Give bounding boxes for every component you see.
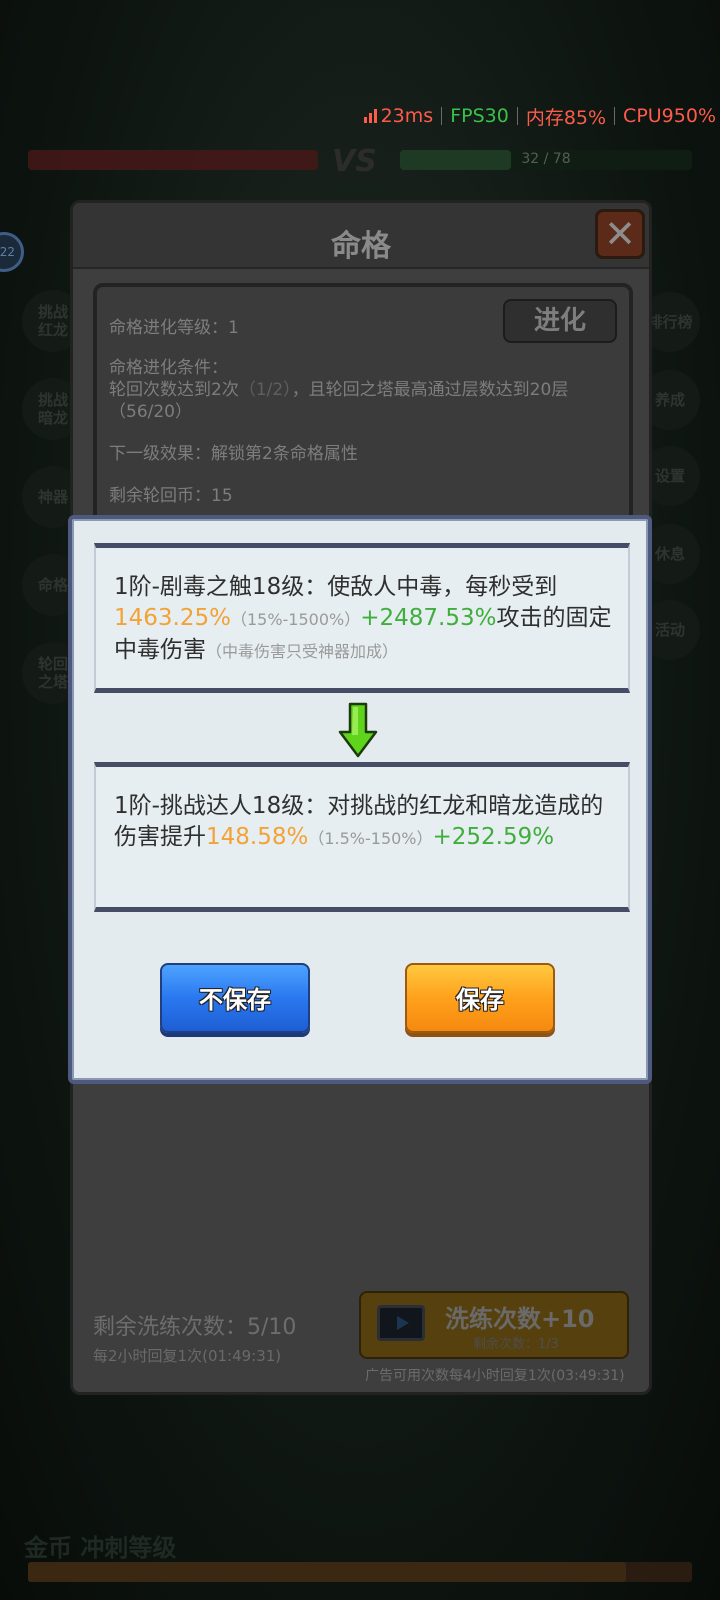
ad-button-label: 洗练次数+10 [445,1305,595,1333]
evolve-condition-progress: （56/20） [109,402,192,422]
save-confirm-dialog: 1阶-剧毒之触18级：使敌人中毒，每秒受到1463.25%（15%-1500%）… [68,515,652,1084]
enemy-hp-text: 32 / 78 [521,151,571,167]
memory-value: 内存85% [525,106,607,129]
close-button[interactable]: ✕ [595,209,645,259]
ad-remaining-count: 剩余次数：1/3 [473,1337,559,1352]
old-attribute-value: 1463.25% [114,605,231,631]
remaining-wash-count: 剩余洗练次数：5/10 [93,1315,297,1340]
evolve-button[interactable]: 进化 [503,299,617,343]
signal-icon [363,109,377,123]
bottom-progress-bar [28,1562,692,1582]
new-attribute-range: （1.5%-150%） [308,829,433,848]
old-attribute-card: 1阶-剧毒之触18级：使敌人中毒，每秒受到1463.25%（15%-1500%）… [94,543,630,693]
player-hp-bar [28,150,318,170]
new-attribute-bonus: +252.59% [432,824,555,850]
video-play-icon [377,1305,425,1341]
ping-indicator: 23ms [363,105,434,127]
close-icon: ✕ [604,212,636,256]
old-attribute-note: （中毒伤害只受神器加成） [206,642,399,661]
save-button[interactable]: 保存 [405,963,555,1033]
no-save-button[interactable]: 不保存 [160,963,310,1033]
panel-title-bar: 命格 ✕ [73,203,649,269]
ping-value: 23ms [380,105,434,127]
fps-value: FPS30 [450,105,509,127]
evolve-level: 命格进化等级：1 [109,318,239,338]
bottom-stage-title: 金币 冲刺等级 [24,1534,177,1562]
divider [614,107,616,125]
divider [441,107,443,125]
cpu-value: CPU950% [623,105,716,127]
enemy-hp-bar: 32 / 78 [400,150,692,170]
new-attribute-value: 148.58% [206,824,309,850]
next-level-effect: 下一级效果：解锁第2条命格属性 [109,444,358,464]
watch-ad-button[interactable]: 洗练次数+10 剩余次数：1/3 [359,1291,629,1359]
down-arrow-icon [338,702,378,758]
old-attribute-bonus: +2487.53% [360,605,497,631]
vs-label: VS [332,144,377,179]
performance-overlay: 23ms FPS30 内存85% CPU950% [363,102,716,130]
old-attribute-range: （15%-1500%） [230,610,361,629]
old-attribute-text: 1阶-剧毒之触18级：使敌人中毒，每秒受到1463.25%（15%-1500%）… [114,574,612,663]
wash-regen-timer: 每2小时回复1次(01:49:31) [93,1347,282,1365]
remaining-coins: 剩余轮回币：15 [109,486,233,506]
new-attribute-card: 1阶-挑战达人18级：对挑战的红龙和暗龙造成的伤害提升148.58%（1.5%-… [94,762,630,912]
panel-title: 命格 [331,229,391,264]
new-attribute-text: 1阶-挑战达人18级：对挑战的红龙和暗龙造成的伤害提升148.58%（1.5%-… [114,793,604,850]
divider [516,107,518,125]
ad-regen-note: 广告可用次数每4小时回复1次(03:49:31) [365,1368,625,1384]
